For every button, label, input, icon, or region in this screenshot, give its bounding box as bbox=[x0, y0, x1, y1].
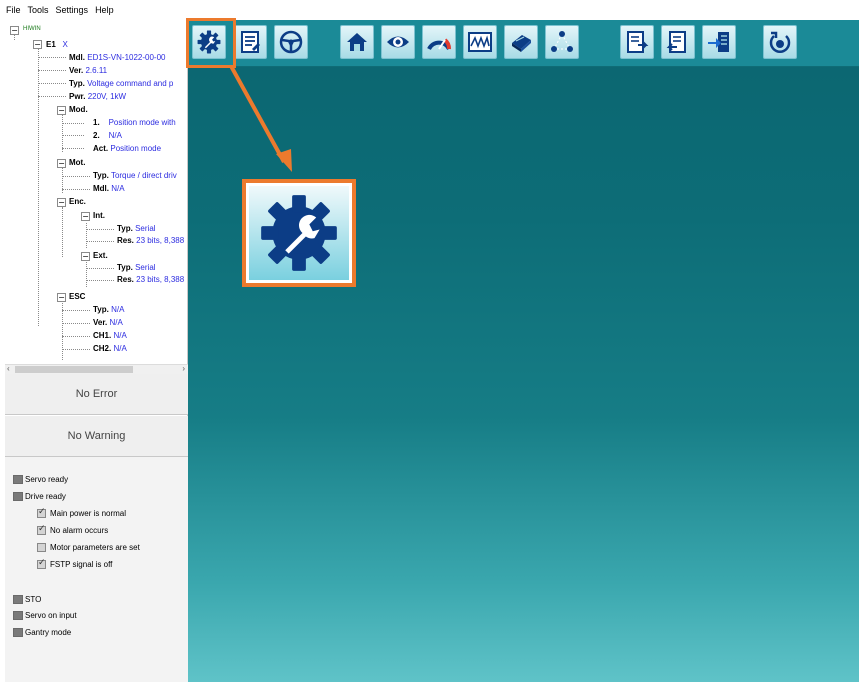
error-status-box: No Error bbox=[5, 374, 188, 415]
tree-item-model: Mdl. ED1S-VN-1022-00-00 bbox=[69, 53, 166, 62]
collapse-icon[interactable]: − bbox=[81, 252, 90, 261]
menu-bar: File Tools Settings Help bbox=[0, 0, 859, 20]
network-nodes-icon bbox=[551, 31, 573, 52]
tree-node-motor[interactable]: Mot. bbox=[69, 158, 85, 168]
scroll-left-icon[interactable]: ‹ bbox=[7, 364, 10, 373]
status-drive-ready: Drive ready bbox=[13, 492, 66, 501]
motor-button[interactable] bbox=[504, 25, 538, 59]
collapse-icon[interactable]: − bbox=[57, 106, 66, 115]
tree-item-ext-type: Typ. Serial bbox=[117, 263, 156, 272]
status-servo-ready: Servo ready bbox=[13, 475, 68, 484]
status-indicator bbox=[13, 595, 23, 604]
collapse-icon[interactable]: − bbox=[57, 293, 66, 302]
tree-item-motor-type: Typ. Torque / direct driv bbox=[93, 171, 177, 180]
tree-node-external-encoder[interactable]: Ext. bbox=[93, 251, 108, 261]
parameter-button[interactable] bbox=[233, 25, 267, 59]
collapse-icon[interactable]: − bbox=[81, 212, 90, 221]
tree-node-mode[interactable]: Mod. bbox=[69, 105, 88, 115]
steering-wheel-icon bbox=[279, 30, 303, 54]
status-fstp: ✓ FSTP signal is off bbox=[37, 558, 113, 569]
status-panel: Servo ready Drive ready ✓ Main power is n… bbox=[5, 457, 188, 682]
status-servo-on-input: Servo on input bbox=[13, 611, 77, 620]
left-panel: − HIWIN − E1 X Mdl. ED1S-VN-1022-00-00 V… bbox=[5, 20, 188, 682]
status-sto: STO bbox=[13, 595, 41, 604]
warning-text: No Warning bbox=[67, 430, 126, 442]
export-button[interactable] bbox=[620, 25, 654, 59]
tree-item-type: Typ. Voltage command and p bbox=[69, 79, 174, 88]
jog-button[interactable] bbox=[274, 25, 308, 59]
import-document-icon bbox=[666, 31, 686, 53]
tree-item-esc-version: Ver. N/A bbox=[93, 318, 123, 327]
monitor-button[interactable] bbox=[381, 25, 415, 59]
status-motor-params: Motor parameters are set bbox=[37, 543, 140, 552]
device-name: X bbox=[62, 40, 68, 49]
network-button[interactable] bbox=[545, 25, 579, 59]
checkbox-checked-icon: ✓ bbox=[37, 524, 46, 535]
tree-node-internal-encoder[interactable]: Int. bbox=[93, 211, 105, 221]
status-main-power: ✓ Main power is normal bbox=[37, 507, 127, 518]
status-indicator bbox=[13, 492, 23, 501]
home-icon bbox=[347, 33, 367, 51]
gauge-button[interactable] bbox=[422, 25, 456, 59]
device-id: E1 bbox=[46, 40, 56, 49]
import-button[interactable] bbox=[661, 25, 695, 59]
motor-icon bbox=[512, 35, 531, 52]
tree-item-esc-ch2: CH2. N/A bbox=[93, 344, 127, 353]
menu-settings[interactable]: Settings bbox=[56, 5, 89, 15]
tree-root-label[interactable]: HIWIN bbox=[23, 24, 41, 34]
gauge-icon bbox=[427, 38, 451, 51]
load-button[interactable] bbox=[702, 25, 736, 59]
tree-horizontal-scrollbar[interactable]: ‹ › bbox=[5, 364, 188, 374]
menu-file[interactable]: File bbox=[6, 5, 21, 15]
error-text: No Error bbox=[75, 388, 118, 400]
collapse-icon[interactable]: − bbox=[10, 26, 19, 35]
tree-node-encoder[interactable]: Enc. bbox=[69, 197, 86, 207]
highlight-frame bbox=[186, 18, 236, 68]
status-no-alarm: ✓ No alarm occurs bbox=[37, 524, 109, 535]
tree-item-int-type: Typ. Serial bbox=[117, 224, 156, 233]
workspace-area bbox=[188, 20, 859, 682]
tree-item-int-resolution: Res. 23 bits, 8,388 bbox=[117, 236, 185, 245]
scope-waveform-icon bbox=[468, 32, 492, 52]
collapse-icon[interactable]: − bbox=[57, 198, 66, 207]
zoomed-icon-callout bbox=[242, 179, 356, 287]
device-tree[interactable]: − HIWIN − E1 X Mdl. ED1S-VN-1022-00-00 V… bbox=[5, 20, 188, 364]
parameter-document-icon bbox=[241, 31, 260, 53]
scope-button[interactable] bbox=[463, 25, 497, 59]
tree-item-ext-resolution: Res. 23 bits, 8,388 bbox=[117, 275, 185, 284]
reset-button[interactable] bbox=[763, 25, 797, 59]
collapse-icon[interactable]: − bbox=[57, 159, 66, 168]
status-gantry-mode: Gantry mode bbox=[13, 628, 71, 637]
tree-item-version: Ver. 2.6.11 bbox=[69, 66, 108, 75]
menu-tools[interactable]: Tools bbox=[28, 5, 49, 15]
wrench-gear-icon bbox=[261, 195, 337, 271]
checkbox-unchecked-icon bbox=[37, 543, 46, 552]
main-toolbar bbox=[188, 20, 859, 67]
tree-node-esc[interactable]: ESC bbox=[69, 292, 85, 302]
checkbox-checked-icon: ✓ bbox=[37, 507, 46, 518]
status-indicator bbox=[13, 611, 23, 620]
warning-status-box: No Warning bbox=[5, 416, 188, 457]
power-reset-icon bbox=[769, 31, 791, 53]
tree-item-mode-2: 2. N/A bbox=[93, 131, 122, 140]
tree-item-motor-model: Mdl. N/A bbox=[93, 184, 125, 193]
homing-button[interactable] bbox=[340, 25, 374, 59]
tree-item-esc-ch1: CH1. N/A bbox=[93, 331, 127, 340]
tree-device-node[interactable]: E1 X bbox=[46, 40, 68, 50]
scroll-right-icon[interactable]: › bbox=[182, 364, 185, 373]
tree-item-esc-type: Typ. N/A bbox=[93, 305, 125, 314]
export-document-icon bbox=[627, 31, 649, 53]
menu-help[interactable]: Help bbox=[95, 5, 114, 15]
tree-item-power: Pwr. 220V, 1kW bbox=[69, 92, 127, 101]
status-indicator bbox=[13, 628, 23, 637]
checkbox-checked-icon: ✓ bbox=[37, 558, 46, 569]
tree-item-mode-1: 1. Position mode with bbox=[93, 118, 176, 127]
load-arrow-icon bbox=[708, 32, 729, 52]
eye-monitor-icon bbox=[387, 36, 409, 48]
collapse-icon[interactable]: − bbox=[33, 40, 42, 49]
scrollbar-thumb[interactable] bbox=[15, 366, 133, 373]
tree-item-mode-active: Act. Position mode bbox=[93, 144, 162, 153]
status-indicator bbox=[13, 475, 23, 484]
